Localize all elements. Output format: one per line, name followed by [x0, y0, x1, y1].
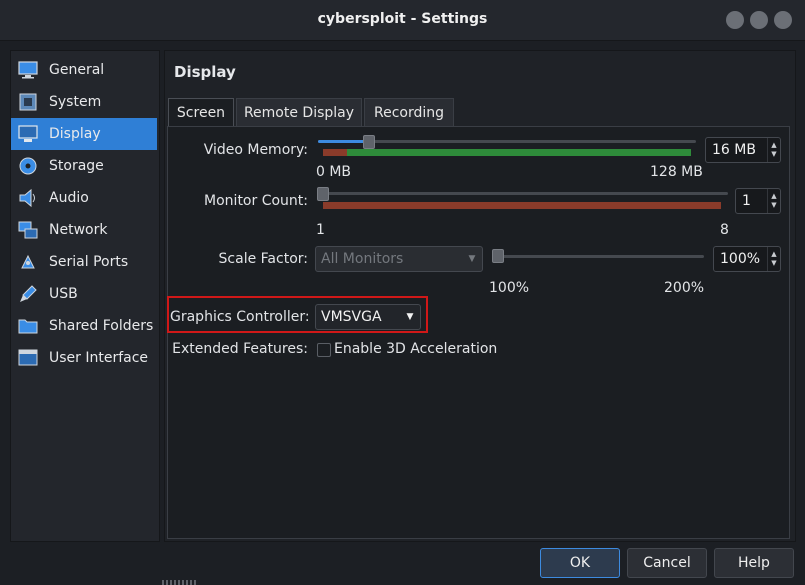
close-button[interactable]	[774, 11, 792, 29]
monitor-count-slider-handle[interactable]	[317, 187, 329, 201]
sidebar-item-label: USB	[49, 286, 78, 302]
tab-recording[interactable]: Recording	[364, 98, 454, 127]
video-memory-max-label: 128 MB	[650, 164, 703, 180]
monitor-count-spinbox[interactable]: 1 ▲ ▼	[735, 188, 781, 214]
chevron-down-icon: ▼	[406, 312, 414, 322]
sidebar-item-label: Display	[49, 126, 101, 142]
cancel-button[interactable]: Cancel	[627, 548, 707, 578]
video-memory-spinbox[interactable]: 16 MB ▲ ▼	[705, 137, 781, 163]
tab-screen[interactable]: Screen	[168, 98, 234, 127]
tab-remote-display[interactable]: Remote Display	[236, 98, 362, 127]
sidebar-item-label: Storage	[49, 158, 104, 174]
graphics-controller-value: VMSVGA	[321, 309, 382, 325]
sidebar-item-label: General	[49, 62, 105, 78]
graphics-controller-combo[interactable]: VMSVGA ▼	[315, 304, 421, 330]
speaker-icon	[17, 187, 39, 209]
scale-factor-value: 100%	[720, 251, 761, 267]
sidebar-item-shared-folders[interactable]: Shared Folders	[11, 310, 157, 342]
scale-factor-max-label: 200%	[664, 280, 705, 296]
scale-factor-combo-value: All Monitors	[321, 251, 404, 267]
sidebar-item-user-interface[interactable]: User Interface	[11, 342, 157, 374]
page-title: Display	[174, 63, 236, 81]
chip-icon	[17, 91, 39, 113]
spin-arrows[interactable]: ▲ ▼	[767, 138, 780, 162]
usb-icon	[17, 283, 39, 305]
sidebar-item-label: Shared Folders	[49, 318, 154, 334]
folder-icon	[17, 315, 39, 337]
monitor-count-max-label: 8	[720, 222, 729, 238]
settings-sidebar: General System Display Storage Audio Net…	[10, 50, 160, 542]
graphics-controller-label: Graphics Controller:	[170, 309, 310, 325]
button-label: OK	[569, 555, 591, 571]
video-memory-value: 16 MB	[712, 142, 756, 158]
disk-icon	[17, 155, 39, 177]
sidebar-item-label: System	[49, 94, 102, 110]
scale-factor-slider-handle[interactable]	[492, 249, 504, 263]
window-title: cybersploit - Settings	[317, 11, 488, 27]
sidebar-item-label: Audio	[49, 190, 89, 206]
video-memory-min-label: 0 MB	[316, 164, 352, 180]
video-memory-slider-handle[interactable]	[363, 135, 375, 149]
enable-3d-acceleration-label[interactable]: Enable 3D Acceleration	[334, 341, 497, 357]
sidebar-item-system[interactable]: System	[11, 86, 157, 118]
scale-factor-min-label: 100%	[489, 280, 530, 296]
display-icon	[17, 123, 39, 145]
sidebar-item-network[interactable]: Network	[11, 214, 157, 246]
sidebar-item-display[interactable]: Display	[11, 118, 157, 150]
monitor-count-label: Monitor Count:	[204, 193, 308, 209]
sidebar-item-label: Serial Ports	[49, 254, 129, 270]
monitor-icon	[17, 59, 39, 81]
extended-features-label: Extended Features:	[172, 341, 308, 357]
sidebar-item-serial-ports[interactable]: Serial Ports	[11, 246, 157, 278]
ok-button[interactable]: OK	[540, 548, 620, 578]
title-bar: cybersploit - Settings	[0, 0, 805, 41]
sidebar-item-label: User Interface	[49, 350, 149, 366]
sidebar-item-label: Network	[49, 222, 108, 238]
scale-factor-monitor-combo[interactable]: All Monitors ▼	[315, 246, 483, 272]
sidebar-item-usb[interactable]: USB	[11, 278, 157, 310]
monitor-count-min-label: 1	[316, 222, 325, 238]
video-memory-slider-fill	[318, 140, 368, 143]
button-label: Help	[738, 555, 770, 571]
maximize-button[interactable]	[750, 11, 768, 29]
network-icon	[17, 219, 39, 241]
spin-arrows[interactable]: ▲ ▼	[767, 247, 780, 271]
video-memory-range-red	[323, 149, 347, 156]
monitor-count-value: 1	[742, 193, 751, 209]
enable-3d-acceleration-checkbox[interactable]	[317, 343, 331, 357]
scale-factor-label: Scale Factor:	[218, 251, 308, 267]
scale-factor-slider[interactable]	[493, 255, 704, 258]
monitor-count-range-red	[323, 202, 721, 209]
monitor-count-slider[interactable]	[318, 192, 728, 195]
video-memory-range-green	[347, 149, 691, 156]
sidebar-item-general[interactable]: General	[11, 54, 157, 86]
tab-label: Recording	[373, 105, 445, 121]
sidebar-item-audio[interactable]: Audio	[11, 182, 157, 214]
scale-factor-spinbox[interactable]: 100% ▲ ▼	[713, 246, 781, 272]
spin-arrows[interactable]: ▲ ▼	[767, 189, 780, 213]
window-icon	[17, 347, 39, 369]
sidebar-item-storage[interactable]: Storage	[11, 150, 157, 182]
tab-label: Remote Display	[243, 105, 355, 121]
tab-label: Screen	[176, 105, 226, 121]
serial-port-icon	[17, 251, 39, 273]
resize-grip[interactable]	[162, 580, 198, 585]
button-label: Cancel	[643, 555, 691, 571]
help-button[interactable]: Help	[714, 548, 794, 578]
minimize-button[interactable]	[726, 11, 744, 29]
chevron-down-icon: ▼	[468, 254, 476, 264]
video-memory-label: Video Memory:	[203, 142, 308, 158]
